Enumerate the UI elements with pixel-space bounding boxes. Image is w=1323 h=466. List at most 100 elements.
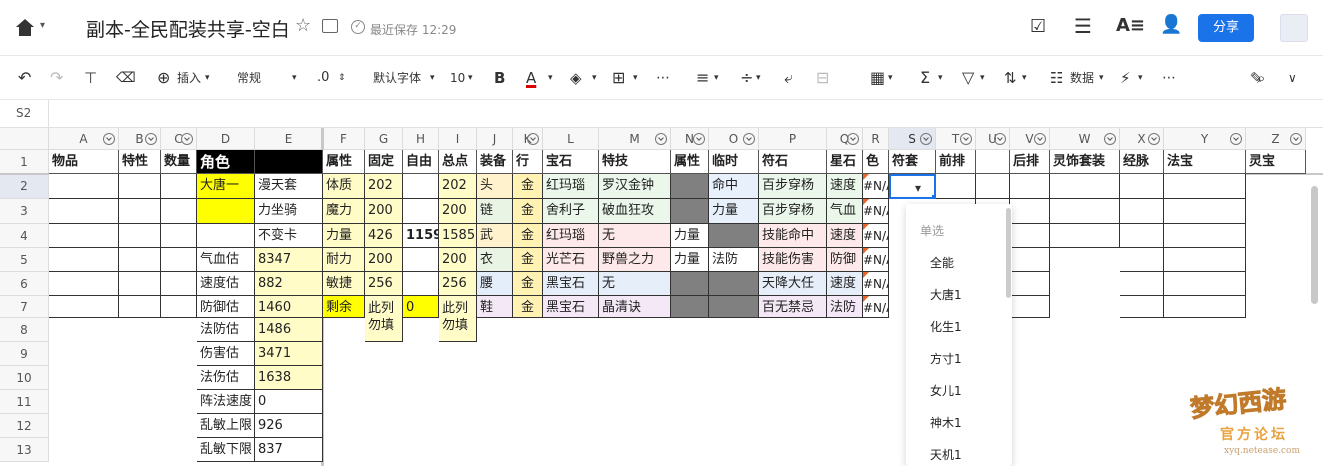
conditional-chevron-icon[interactable]: ▾: [888, 56, 893, 100]
cell-n5[interactable]: 力量: [671, 248, 709, 272]
cell-c5[interactable]: [161, 248, 197, 272]
header-cell-q[interactable]: 星石: [827, 150, 863, 174]
stepper-arrows-icon[interactable]: ⇕: [338, 56, 346, 100]
vertical-scrollbar[interactable]: [1311, 186, 1318, 304]
cell-h7[interactable]: 0: [403, 296, 439, 318]
cell-e7[interactable]: 1460: [255, 296, 323, 318]
font-color-icon[interactable]: A: [526, 56, 536, 100]
cell-d12[interactable]: 乱敏上限: [197, 414, 255, 438]
cell-d13[interactable]: 乱敏下限: [197, 438, 255, 462]
cell-h5[interactable]: [403, 248, 439, 272]
row-header-12[interactable]: 12: [0, 414, 49, 438]
column-filter-icon[interactable]: [181, 133, 193, 145]
cell-u2[interactable]: [976, 174, 1010, 199]
cell-p7[interactable]: 百无禁忌: [759, 296, 827, 318]
cell-y5[interactable]: [1164, 248, 1246, 272]
column-header-o[interactable]: O: [709, 128, 759, 150]
cell-m3[interactable]: 破血狂攻: [599, 199, 671, 224]
cell-h4[interactable]: 1159: [403, 224, 439, 248]
row-header-7[interactable]: 7: [0, 296, 49, 318]
cell-l4[interactable]: 红玛瑙: [543, 224, 599, 248]
cell-d9[interactable]: 伤害估: [197, 342, 255, 366]
header-cell-n[interactable]: 属性: [671, 150, 709, 174]
cell-q5[interactable]: 防御: [827, 248, 863, 272]
cell-x3[interactable]: [1120, 199, 1164, 224]
cell-k2[interactable]: 金: [513, 174, 543, 199]
header-cell-e[interactable]: [255, 150, 323, 174]
cell-v6[interactable]: [1010, 272, 1050, 296]
cell-m5[interactable]: 野兽之力: [599, 248, 671, 272]
cell-q4[interactable]: 速度: [827, 224, 863, 248]
row-header-10[interactable]: 10: [0, 366, 49, 390]
column-header-l[interactable]: L: [543, 128, 599, 150]
task-icon[interactable]: ☑: [1030, 16, 1046, 37]
cell-m7[interactable]: 晶清诀: [599, 296, 671, 318]
more-tools-icon[interactable]: ⋯: [1162, 56, 1176, 100]
cell-n2[interactable]: [671, 174, 709, 199]
menu-icon[interactable]: ☰: [1074, 14, 1092, 38]
cell-p3[interactable]: 百步穿杨: [759, 199, 827, 224]
cell-d6[interactable]: 速度估: [197, 272, 255, 296]
font-family-select[interactable]: 默认字体: [373, 56, 421, 100]
column-filter-icon[interactable]: [1230, 133, 1242, 145]
cell-o7[interactable]: [709, 296, 759, 318]
border-icon[interactable]: ⊞: [612, 56, 625, 100]
vertical-align-chevron-icon[interactable]: ▾: [756, 56, 761, 100]
home-icon[interactable]: [14, 18, 36, 38]
cell-i4[interactable]: 1585: [439, 224, 477, 248]
column-header-g[interactable]: G: [365, 128, 403, 150]
column-header-x[interactable]: X: [1120, 128, 1164, 150]
column-filter-icon[interactable]: [655, 133, 667, 145]
header-cell-k[interactable]: 行: [513, 150, 543, 174]
column-header-d[interactable]: D: [197, 128, 255, 150]
header-cell-a[interactable]: 物品: [49, 150, 119, 174]
dropdown-arrow-icon[interactable]: ▾: [915, 176, 921, 197]
cell-r5[interactable]: #N/A: [863, 248, 889, 272]
cell-m6[interactable]: 无: [599, 272, 671, 296]
header-cell-g[interactable]: 固定: [365, 150, 403, 174]
cell-j4[interactable]: 武: [477, 224, 513, 248]
sheet-grid[interactable]: A B C D E F G H I J K L M N O P Q R S T U V W X Y Z 1 2 3 4 5 6 7 8 9 10 11 1…: [0, 128, 1323, 466]
column-header-q[interactable]: Q: [827, 128, 863, 150]
cell-m2[interactable]: 罗汉金钟: [599, 174, 671, 199]
cell-d11[interactable]: 阵法速度: [197, 390, 255, 414]
align-icon[interactable]: ≡: [696, 56, 709, 100]
font-size-chevron-icon[interactable]: ▾: [468, 56, 473, 100]
cell-k3[interactable]: 金: [513, 199, 543, 224]
cell-v7[interactable]: [1010, 296, 1050, 318]
cell-q6[interactable]: 速度: [827, 272, 863, 296]
cell-x6[interactable]: [1120, 272, 1164, 296]
column-header-b[interactable]: B: [119, 128, 161, 150]
cell-i6[interactable]: 256: [439, 272, 477, 296]
cell-d4[interactable]: [197, 224, 255, 248]
cell-h2[interactable]: [403, 174, 439, 199]
header-cell-l[interactable]: 宝石: [543, 150, 599, 174]
column-filter-icon[interactable]: [1034, 133, 1046, 145]
cell-w2[interactable]: [1050, 174, 1120, 199]
cell-e3[interactable]: 力坐骑: [255, 199, 323, 224]
cell-y3[interactable]: [1164, 199, 1246, 224]
cell-e13[interactable]: 837: [255, 438, 323, 462]
cell-k7[interactable]: 金: [513, 296, 543, 318]
collapse-toolbar-icon[interactable]: ∨: [1288, 56, 1297, 100]
data-chevron-icon[interactable]: ▾: [1099, 56, 1104, 100]
cell-e4[interactable]: 不变卡: [255, 224, 323, 248]
cell-r7[interactable]: #N/A: [863, 296, 889, 318]
cell-i7[interactable]: 此列 勿填: [439, 296, 477, 342]
header-cell-x[interactable]: 经脉: [1120, 150, 1164, 174]
column-filter-icon[interactable]: [847, 133, 859, 145]
font-size-select[interactable]: 10: [450, 56, 465, 100]
cell-p5[interactable]: 技能伤害: [759, 248, 827, 272]
cell-p6[interactable]: 天降大任: [759, 272, 827, 296]
home-chevron-icon[interactable]: ▾: [40, 20, 45, 31]
cell-m4[interactable]: 无: [599, 224, 671, 248]
column-header-s[interactable]: S: [889, 128, 936, 150]
cell-o6[interactable]: [709, 272, 759, 296]
number-format-select[interactable]: 常规: [237, 56, 261, 100]
cell-d5[interactable]: 气血估: [197, 248, 255, 272]
text-format-icon[interactable]: A≡: [1116, 15, 1145, 36]
cell-i2[interactable]: 202: [439, 174, 477, 199]
formula-tools-icon[interactable]: ⚡: [1120, 56, 1131, 100]
cell-r2[interactable]: #N/A: [863, 174, 889, 199]
cell-l7[interactable]: 黑宝石: [543, 296, 599, 318]
